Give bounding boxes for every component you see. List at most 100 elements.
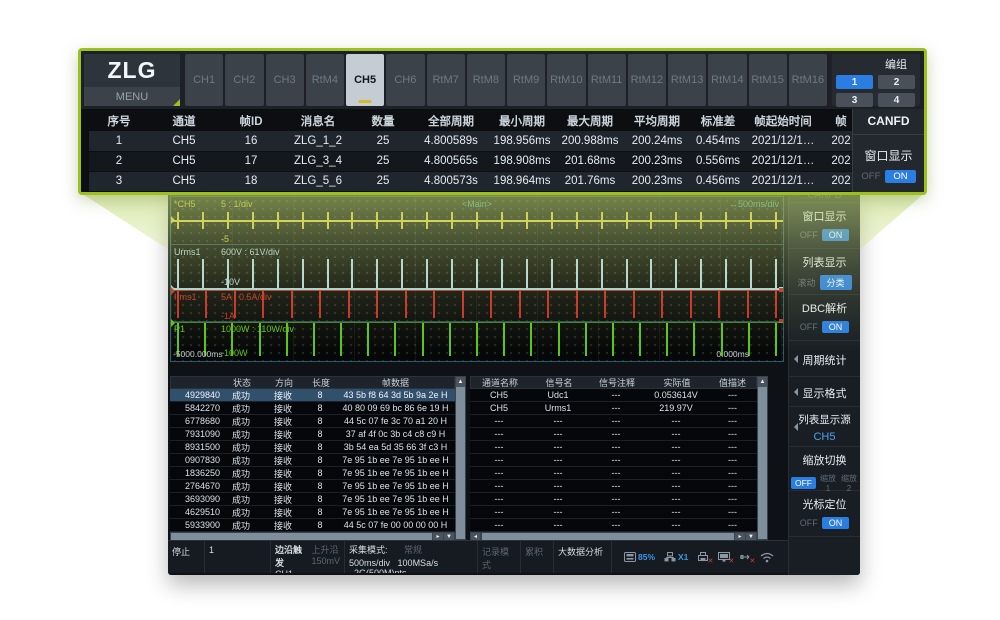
waveform-pulse [277,259,279,288]
scroll-right-icon[interactable]: ▸ [433,532,444,540]
table-row[interactable]: 5842270成功接收840 80 09 69 bc 86 6e 19 H [170,402,455,415]
table-row[interactable]: --------------- [470,506,757,519]
scroll-down-icon[interactable]: ▼ [746,532,757,540]
waveform-pulse [725,259,727,288]
group-button-1[interactable]: 1 [836,75,873,89]
table-row[interactable]: --------------- [470,467,757,480]
sidebar-display-format[interactable]: 显示格式 [789,377,860,407]
run-state[interactable]: 停止 [168,541,205,573]
window-display-on-button[interactable]: ON [885,170,915,183]
sidebar-list-source[interactable]: 列表显示源 CH5 [789,407,860,447]
network-icon [664,552,676,562]
sidebar-period-stats[interactable]: 周期统计 [789,341,860,377]
frame-table-hscrollbar[interactable]: ▸ ▼ [170,532,455,540]
waveform-pulse [775,291,777,318]
signal-table-vscrollbar[interactable]: ▲ [757,376,768,540]
bigdata-button[interactable]: 大数据分析 [554,541,612,573]
tab-ch2[interactable]: CH2 [225,54,263,106]
table-row[interactable]: --------------- [470,415,757,428]
tab-ch6[interactable]: CH6 [386,54,424,106]
table-row[interactable]: --------------- [470,480,757,493]
waveform-display[interactable]: *CH5 5 : 1/div <Main> ↔500ms/div -5 Urms… [170,196,784,362]
table-row[interactable]: 8931500成功接收83b 54 ea 5d 35 66 3f c3 H [170,441,455,454]
integrate-mode[interactable]: 累积 [521,541,554,573]
tab-ch3[interactable]: CH3 [266,54,304,106]
table-row[interactable]: --------------- [470,441,757,454]
tab-rtm4[interactable]: RtM4 [306,54,344,106]
scroll-up-icon[interactable]: ▲ [758,377,767,387]
record-mode[interactable]: 记录模式 [478,541,521,573]
group-button-4[interactable]: 4 [878,93,915,107]
stats-row[interactable]: 2CH517ZLG_3_4254.800565s198.908ms201.68m… [89,151,852,171]
table-row[interactable]: --------------- [470,454,757,467]
stats-row[interactable]: 1CH516ZLG_1_2254.800589s198.956ms200.988… [89,131,852,151]
time-start-label: -5000.000ms [173,349,223,359]
table-row[interactable]: CH5Udc1---0.053614V--- [470,389,757,402]
cursor-off-button[interactable]: OFF [800,518,818,528]
tab-rtm16[interactable]: RtM16 [789,54,827,106]
tab-ch1[interactable]: CH1 [185,54,223,106]
table-row[interactable]: --------------- [470,428,757,441]
table-row[interactable]: 3693090成功接收87e 95 1b ee 7e 95 1b ee H [170,493,455,506]
window-display-on-button[interactable]: ON [822,229,850,241]
table-row[interactable]: 4929840成功接收843 5b f8 64 3d 5b 9a 2e H [170,389,455,402]
trigger-info[interactable]: 边沿触发 CH1 自动 上升沿 150mV [271,541,345,573]
status-icons: 85% X1 [612,541,788,573]
tab-ch5[interactable]: CH5 [346,54,384,106]
canfd-panel: CANFD 窗口显示 OFF ON [852,109,924,192]
tab-rtm12[interactable]: RtM12 [628,54,666,106]
scroll-down-icon[interactable]: ▼ [444,532,455,540]
acquisition-info[interactable]: 采集模式: 常规 500ms/div 100MSa/s 2G(500M)pts [345,541,478,573]
tab-rtm8[interactable]: RtM8 [467,54,505,106]
tab-rtm11[interactable]: RtM11 [588,54,626,106]
storage-icon [624,552,636,562]
group-button-2[interactable]: 2 [878,75,915,89]
frame-table-rows: 4929840成功接收843 5b f8 64 3d 5b 9a 2e H584… [170,389,455,532]
scroll-right-icon[interactable]: ▸ [735,532,746,540]
zoom1-button[interactable]: 缩放1 [819,473,837,493]
group-button-3[interactable]: 3 [836,93,873,107]
period-stats-table-area[interactable]: 序号通道帧ID消息名数量全部周期最小周期最大周期平均周期标准差帧起始时间帧 1C… [81,109,852,192]
table-row[interactable]: CH5Urms1---219.97V--- [470,402,757,415]
table-row[interactable]: 6778680成功接收844 5c 07 fe 3c 70 a1 20 H [170,415,455,428]
frame-table-vscrollbar[interactable]: ▲ [455,376,466,540]
table-row[interactable]: 5933900成功接收844 5c 07 fe 00 00 00 00 H [170,519,455,532]
list-display-classify-button[interactable]: 分类 [820,275,852,290]
tab-rtm9[interactable]: RtM9 [507,54,545,106]
window-display-off-button[interactable]: OFF [800,230,818,240]
window-display-off-button[interactable]: OFF [861,171,880,182]
scroll-left-icon[interactable]: ◂ [470,532,481,540]
tab-rtm13[interactable]: RtM13 [668,54,706,106]
table-row[interactable]: 4629510成功接收87e 95 1b ee 7e 95 1b ee H [170,506,455,519]
zoom-off-button[interactable]: OFF [791,477,816,489]
collapse-left-icon[interactable] [790,388,798,396]
tab-rtm10[interactable]: RtM10 [547,54,585,106]
menu-button[interactable]: MENU [84,87,180,106]
signal-table-hscrollbar[interactable]: ◂ ▸ ▼ [470,532,757,540]
storage-status: 85% [624,552,655,562]
collapse-left-icon[interactable] [790,423,798,431]
stats-column-header: 通道 [149,110,219,131]
waveform-pulse [319,291,321,318]
tab-rtm15[interactable]: RtM15 [749,54,787,106]
collapse-left-icon[interactable] [790,355,798,363]
table-row[interactable]: --------------- [470,519,757,532]
period-stats-title: 周期统计 [791,352,858,368]
dbc-off-button[interactable]: OFF [800,322,818,332]
table-row[interactable]: 2764670成功接收87e 95 1b ee 7e 95 1b ee H [170,480,455,493]
waveform-pulse [451,212,453,229]
table-row[interactable]: 0907830成功接收87e 95 1b ee 7e 95 1b ee H [170,454,455,467]
stats-row[interactable]: 3CH518ZLG_5_6254.800573s198.964ms201.76m… [89,171,852,191]
list-display-scroll-button[interactable]: 滚动 [797,276,815,289]
cursor-on-button[interactable]: ON [822,517,850,529]
table-row[interactable]: --------------- [470,493,757,506]
table-row[interactable]: 1836250成功接收87e 95 1b ee 7e 95 1b ee H [170,467,455,480]
tab-rtm14[interactable]: RtM14 [708,54,746,106]
scroll-up-icon[interactable]: ▲ [456,377,465,387]
tab-rtm7[interactable]: RtM7 [427,54,465,106]
table-row[interactable]: 7931090成功接收837 af 4f 0c 3b c4 c8 c9 H [170,428,455,441]
dbc-on-button[interactable]: ON [822,321,850,333]
waveform-pulse [585,323,587,356]
cursor-position-title: 光标定位 [791,496,858,512]
zoom2-button[interactable]: 缩放2 [840,473,858,493]
